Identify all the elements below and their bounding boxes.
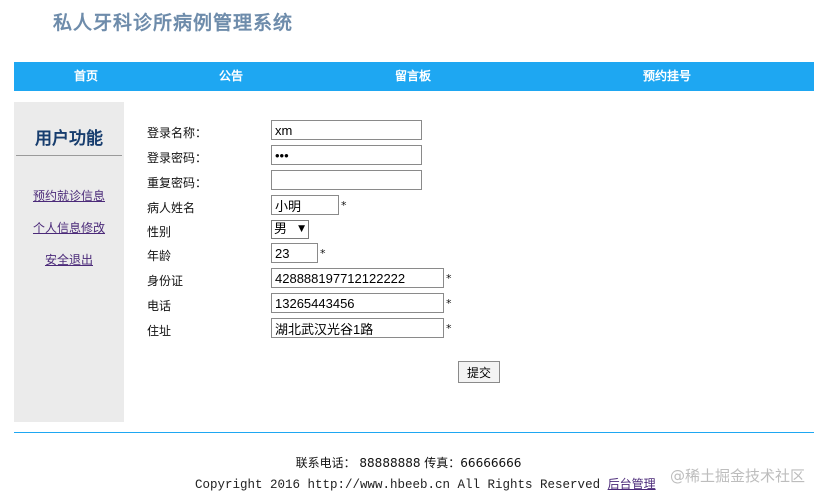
- site-title: 私人牙科诊所病例管理系统: [53, 12, 294, 34]
- sidebar-link-edit-profile[interactable]: 个人信息修改: [14, 219, 124, 236]
- age-input[interactable]: [271, 243, 318, 263]
- footer-copyright: Copyright 2016 http://www.hbeeb.cn All R…: [195, 478, 601, 492]
- address-label: 住址: [147, 324, 172, 338]
- dropdown-arrow-icon: ▼: [298, 224, 305, 234]
- nav-message-board[interactable]: 留言板: [395, 62, 431, 91]
- password-input[interactable]: [271, 145, 422, 165]
- phone-required-mark: *: [446, 297, 452, 310]
- footer-copyright-line: Copyright 2016 http://www.hbeeb.cn All R…: [195, 475, 656, 492]
- submit-button[interactable]: 提交: [458, 361, 500, 383]
- nav-appointment[interactable]: 预约挂号: [643, 62, 691, 91]
- id-card-input[interactable]: [271, 268, 444, 288]
- nav-home[interactable]: 首页: [74, 62, 98, 91]
- user-sidebar: 用户功能 预约就诊信息 个人信息修改 安全退出: [14, 102, 124, 422]
- admin-link[interactable]: 后台管理: [608, 477, 656, 491]
- gender-label: 性别: [147, 225, 172, 239]
- address-required-mark: *: [446, 322, 452, 335]
- password-label: 登录密码：: [147, 151, 208, 165]
- patient-name-required-mark: *: [341, 199, 347, 212]
- gender-selected-value: 男: [274, 222, 288, 237]
- main-navbar: 首页 公告 留言板 预约挂号: [14, 62, 814, 91]
- address-input[interactable]: [271, 318, 444, 338]
- patient-name-label: 病人姓名: [147, 201, 196, 215]
- age-required-mark: *: [320, 247, 326, 260]
- id-card-required-mark: *: [446, 272, 452, 285]
- sidebar-title: 用户功能: [35, 129, 103, 149]
- phone-label: 电话: [147, 299, 172, 313]
- confirm-password-input[interactable]: [271, 170, 422, 190]
- username-label: 登录名称：: [147, 126, 208, 140]
- sidebar-link-appointments[interactable]: 预约就诊信息: [14, 187, 124, 204]
- age-label: 年龄: [147, 249, 172, 263]
- watermark: @稀土掘金技术社区: [669, 467, 805, 485]
- patient-name-input[interactable]: [271, 195, 339, 215]
- username-input[interactable]: [271, 120, 422, 140]
- gender-select[interactable]: 男 ▼: [271, 220, 309, 239]
- sidebar-divider: [16, 155, 122, 156]
- phone-input[interactable]: [271, 293, 444, 313]
- id-card-label: 身份证: [147, 274, 184, 288]
- confirm-password-label: 重复密码：: [147, 176, 208, 190]
- sidebar-link-logout[interactable]: 安全退出: [14, 251, 124, 268]
- footer-divider: [14, 432, 814, 433]
- nav-announcements[interactable]: 公告: [219, 62, 243, 91]
